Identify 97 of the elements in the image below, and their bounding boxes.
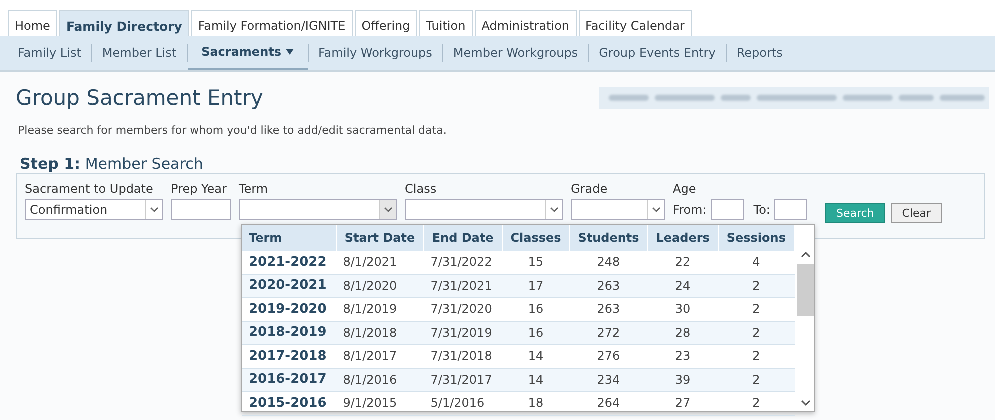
column-header: Start Date [336, 225, 424, 251]
dropdown-field[interactable] [405, 199, 563, 220]
table-cell: 7/31/2022 [424, 251, 502, 274]
table-cell: 2 [718, 344, 794, 368]
field-label: Term [239, 182, 270, 196]
scroll-down-icon[interactable] [800, 400, 810, 407]
input-field[interactable] [171, 199, 231, 220]
nav-tab[interactable]: Administration [474, 10, 577, 36]
term-option[interactable]: 2019-2020 [242, 298, 336, 321]
page-title: Group Sacrament Entry [16, 86, 264, 110]
table-cell: 8/1/2021 [336, 251, 424, 274]
table-cell: 22 [648, 251, 718, 274]
dropdown-field[interactable] [571, 199, 665, 220]
table-cell: 24 [648, 274, 718, 298]
nav-tab[interactable]: Family Directory [59, 10, 190, 36]
table-cell: 2 [718, 298, 794, 321]
field-label: From: [673, 202, 707, 216]
subnav-link[interactable]: Member Workgroups [443, 36, 588, 70]
chevron-down-icon [652, 206, 660, 212]
instructions-text: Please search for members for whom you'd like to add/edit sacramental data. [18, 124, 448, 137]
column-header: End Date [424, 225, 502, 251]
field-label: Age [673, 182, 698, 196]
table-cell: 5/1/2016 [424, 392, 502, 415]
table-cell: 263 [570, 274, 648, 298]
clear-button[interactable]: Clear [891, 203, 942, 223]
table-cell: 4 [718, 251, 794, 274]
term-option[interactable]: 2021-2022 [242, 251, 336, 274]
field-label: Class [405, 182, 438, 196]
table-cell: 39 [648, 368, 718, 392]
table-cell: 7/31/2019 [424, 321, 502, 344]
input-field[interactable] [710, 199, 744, 220]
table-cell: 264 [570, 392, 648, 415]
nav-tab[interactable]: Home [8, 10, 58, 36]
term-option[interactable]: 2018-2019 [242, 321, 336, 344]
table-cell: 18 [502, 392, 570, 415]
column-header: Sessions [718, 225, 794, 251]
table-cell: 7/31/2018 [424, 344, 502, 368]
table-cell: 2 [718, 274, 794, 298]
table-cell: 27 [648, 392, 718, 415]
term-option[interactable]: 2017-2018 [242, 344, 336, 368]
table-cell: 234 [570, 368, 648, 392]
nav-tab[interactable]: Family Formation/IGNITE [191, 10, 353, 36]
nav-tab[interactable]: Tuition [419, 10, 473, 36]
table-cell: 16 [502, 298, 570, 321]
subnav-link[interactable]: Reports [726, 36, 793, 70]
table-cell: 9/1/2015 [336, 392, 424, 415]
dropdown-field[interactable] [239, 199, 397, 220]
table-cell: 7/31/2020 [424, 298, 502, 321]
table-cell: 8/1/2020 [336, 274, 424, 298]
chevron-down-icon [550, 206, 558, 212]
table-cell: 2 [718, 321, 794, 344]
chevron-down-icon [150, 206, 158, 212]
subnav-link[interactable]: Family List [8, 36, 92, 70]
caret-icon [286, 49, 294, 55]
table-cell: 28 [648, 321, 718, 344]
table-cell: 248 [570, 251, 648, 274]
table-cell: 8/1/2017 [336, 344, 424, 368]
table-cell: 263 [570, 298, 648, 321]
column-header: Students [570, 225, 648, 251]
table-cell: 23 [648, 344, 718, 368]
field-label: Grade [571, 182, 609, 196]
subnav-link[interactable]: Group Events Entry [589, 36, 726, 70]
table-cell: 30 [648, 298, 718, 321]
table-cell: 276 [570, 344, 648, 368]
table-cell: 2 [718, 392, 794, 415]
table-cell: 272 [570, 321, 648, 344]
dropdown-field[interactable]: Confirmation [25, 199, 163, 220]
step-heading: Step 1: Member Search [20, 155, 204, 173]
table-cell: 7/31/2017 [424, 368, 502, 392]
table-cell: 8/1/2019 [336, 298, 424, 321]
table-cell: 2 [718, 368, 794, 392]
table-cell: 14 [502, 344, 570, 368]
term-option[interactable]: 2016-2017 [242, 368, 336, 392]
term-option[interactable]: 2020-2021 [242, 274, 336, 298]
subnav-link[interactable]: Sacraments [188, 36, 308, 70]
subnav-link[interactable]: Member List [92, 36, 187, 70]
table-cell: 16 [502, 321, 570, 344]
table-cell: 7/31/2021 [424, 274, 502, 298]
table-cell: 8/1/2018 [336, 321, 424, 344]
term-option[interactable]: 2015-2016 [242, 392, 336, 415]
nav-tab[interactable]: Offering [354, 10, 418, 36]
scrollbar-thumb[interactable] [797, 264, 814, 316]
field-label: Prep Year [171, 182, 228, 196]
table-cell: 17 [502, 274, 570, 298]
column-header: Classes [502, 225, 570, 251]
input-field[interactable] [774, 199, 808, 220]
table-cell: 14 [502, 368, 570, 392]
table-cell: 15 [502, 251, 570, 274]
table-cell: 8/1/2016 [336, 368, 424, 392]
scroll-up-icon[interactable] [800, 251, 810, 258]
field-label: Sacrament to Update [25, 182, 154, 196]
chevron-down-icon [384, 206, 392, 212]
column-header: Term [242, 225, 336, 251]
subnav-link[interactable]: Family Workgroups [308, 36, 442, 70]
field-label: To: [754, 202, 770, 216]
nav-tab[interactable]: Facility Calendar [578, 10, 692, 36]
column-header: Leaders [648, 225, 718, 251]
